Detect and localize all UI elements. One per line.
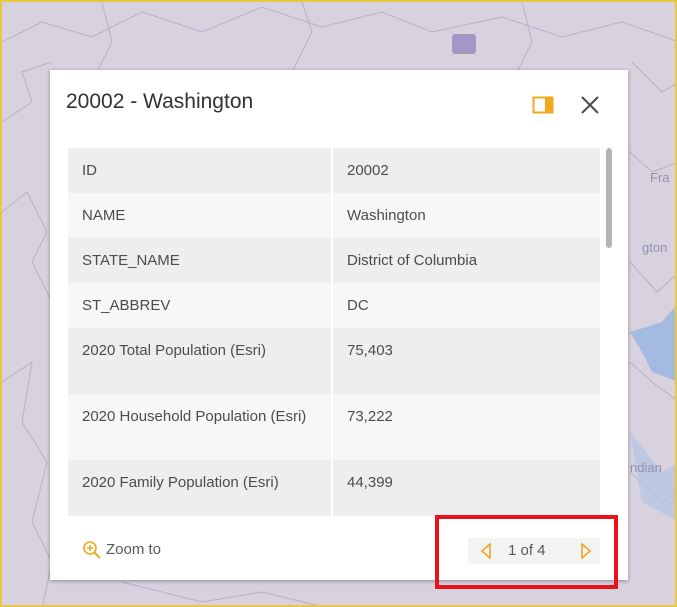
highlight-box — [435, 515, 618, 589]
field-value: DC — [347, 297, 369, 314]
map-label: Fra — [650, 170, 670, 185]
popup-header: 20002 - Washington — [66, 84, 612, 124]
map-label: gton — [642, 240, 668, 255]
field-name: STATE_NAME — [68, 238, 333, 283]
popup-title: 20002 - Washington — [66, 90, 254, 113]
field-value: District of Columbia — [347, 252, 478, 269]
map-label: ndian — [630, 460, 662, 475]
dock-panel-icon — [532, 96, 554, 114]
field-value: 20002 — [347, 162, 389, 179]
table-row: 2020 Total Population (Esri) 75,403 — [68, 328, 600, 394]
dock-button[interactable] — [532, 95, 554, 115]
field-name: 2020 Family Population (Esri) — [68, 460, 333, 516]
scrollbar[interactable] — [606, 148, 612, 516]
table-row: ST_ABBREV DC — [68, 283, 600, 328]
zoom-to-label: Zoom to — [106, 540, 162, 558]
table-row: STATE_NAME District of Columbia — [68, 238, 600, 283]
attribute-table[interactable]: ID 20002 NAME Washington STATE_NAME Dist… — [68, 148, 600, 516]
table-row: 2020 Family Population (Esri) 44,399 — [68, 460, 600, 516]
field-name: NAME — [68, 193, 333, 238]
table-row: 2020 Household Population (Esri) 73,222 — [68, 394, 600, 460]
field-value: Washington — [347, 207, 426, 224]
table-row: ID 20002 — [68, 148, 600, 193]
field-value: 75,403 — [347, 342, 393, 359]
feature-popup: 20002 - Washington ID 20002 NAME Washing… — [50, 70, 628, 580]
field-name: ST_ABBREV — [68, 283, 333, 328]
field-name: 2020 Household Population (Esri) — [68, 394, 333, 460]
scrollbar-thumb[interactable] — [606, 148, 612, 248]
table-row: NAME Washington — [68, 193, 600, 238]
field-value: 44,399 — [347, 474, 393, 491]
field-value: 73,222 — [347, 408, 393, 425]
close-icon — [581, 96, 599, 114]
zoom-in-icon — [83, 541, 101, 559]
zoom-to-button[interactable]: Zoom to — [82, 540, 161, 560]
field-name: 2020 Total Population (Esri) — [68, 328, 333, 394]
close-button[interactable] — [578, 93, 602, 117]
field-name: ID — [68, 148, 333, 193]
